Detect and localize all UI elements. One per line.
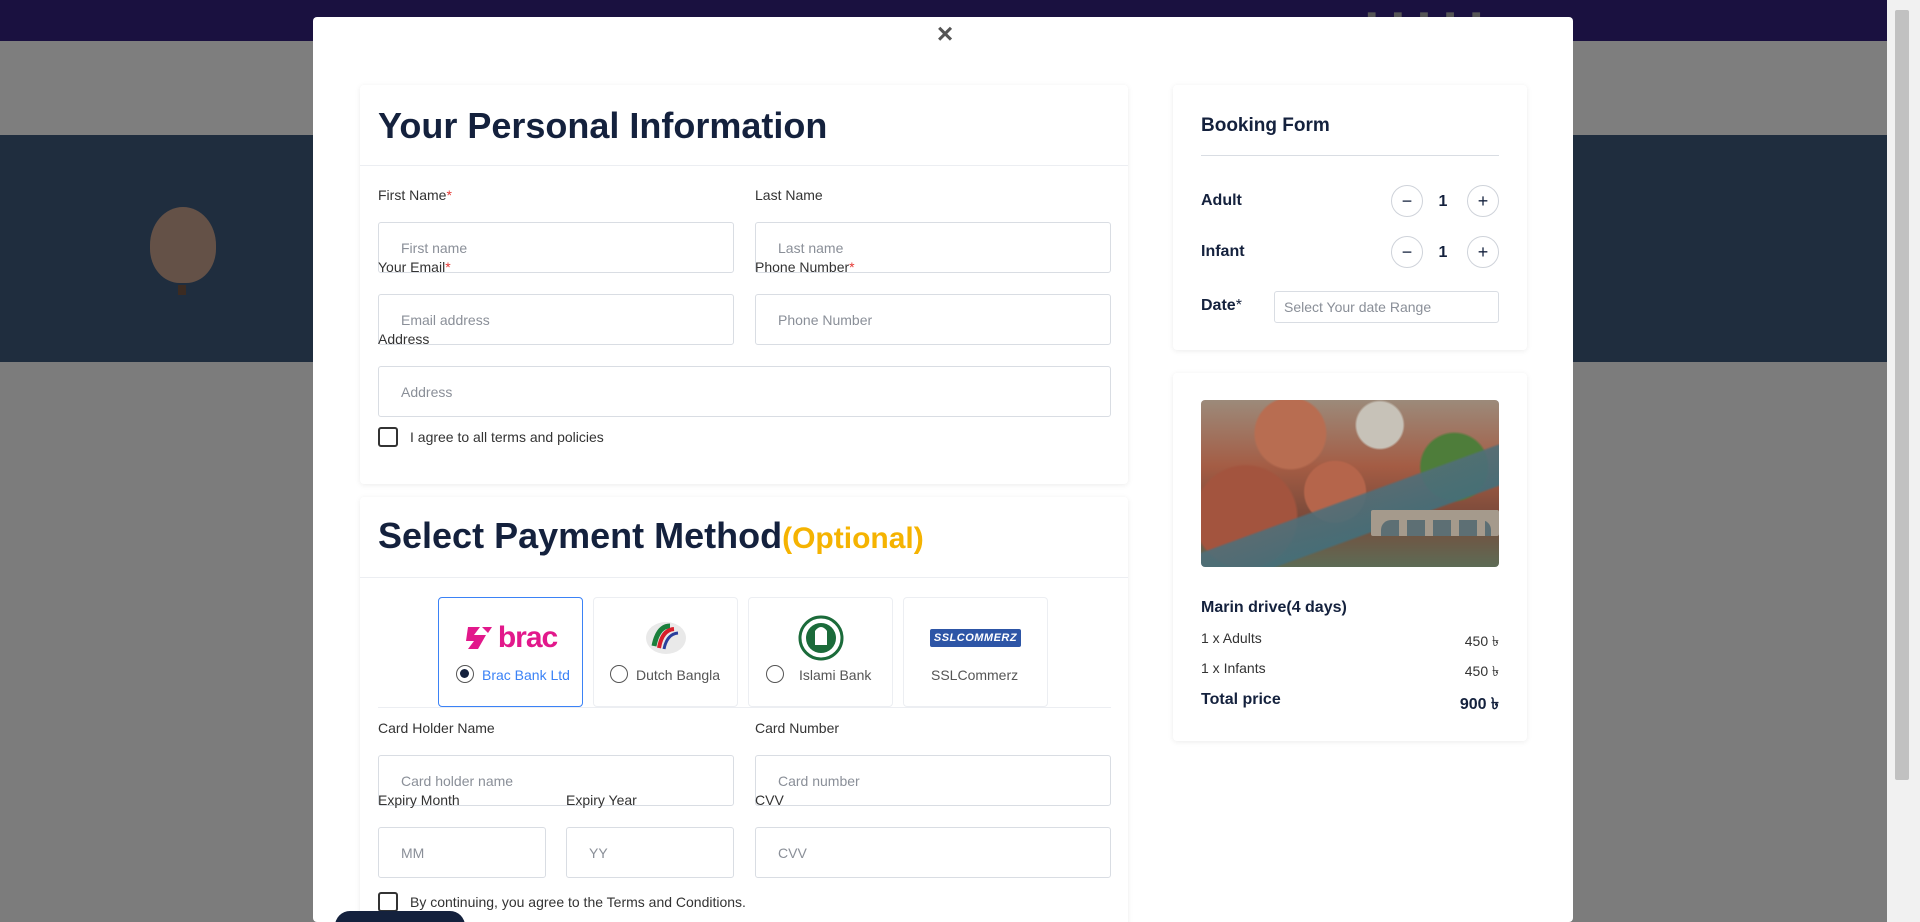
phone-input[interactable] [755, 294, 1111, 345]
booking-form-card: Booking Form Adult − 1 + Infant − 1 + Da… [1173, 85, 1527, 350]
payment-card: Select Payment Method(Optional) brac Bra… [360, 497, 1128, 922]
last-name-label: Last Name [755, 187, 823, 203]
infant-plus-button[interactable]: + [1467, 236, 1499, 268]
brac-icon [465, 627, 492, 649]
card-holder-label: Card Holder Name [378, 720, 495, 736]
payment-option-brac[interactable]: brac Brac Bank Ltd [438, 597, 583, 707]
personal-info-title: Your Personal Information [378, 105, 828, 146]
terms-checkbox[interactable] [378, 892, 398, 912]
islami-bank-logo [749, 615, 892, 661]
terms-label: By continuing, you agree to the Terms an… [410, 894, 746, 910]
dutch-bangla-logo [594, 618, 737, 658]
sslcommerz-logo: SSLCOMMERZ [904, 618, 1047, 658]
tour-summary-card: Marin drive(4 days) 1 x Adults 450 ৳ 1 x… [1173, 373, 1527, 741]
expiry-month-input[interactable] [378, 827, 546, 878]
adult-quantity: 1 [1438, 193, 1448, 210]
booking-form-title: Booking Form [1201, 115, 1330, 136]
divider [360, 577, 1128, 578]
adults-line: 1 x Adults [1201, 630, 1262, 646]
payment-title: Select Payment Method(Optional) [378, 515, 924, 556]
date-range-input[interactable] [1274, 291, 1499, 323]
payment-radio-dutch-bangla[interactable] [610, 665, 628, 683]
tour-name: Marin drive(4 days) [1201, 599, 1347, 616]
divider [1201, 155, 1499, 156]
date-label: Date* [1201, 297, 1242, 314]
payment-option-islami-bank[interactable]: Islami Bank [748, 597, 893, 707]
payment-option-dutch-bangla[interactable]: Dutch Bangla [593, 597, 738, 707]
agree-terms-checkbox[interactable] [378, 427, 398, 447]
expiry-year-label: Expiry Year [566, 792, 637, 808]
infant-label: Infant [1201, 243, 1245, 260]
agree-terms-label: I agree to all terms and policies [410, 429, 604, 445]
submit-button[interactable] [335, 911, 465, 922]
card-number-label: Card Number [755, 720, 840, 736]
payment-name-islami-bank: Islami Bank [799, 667, 872, 683]
booking-modal: × Your Personal Information First Name* … [313, 17, 1573, 922]
payment-name-brac: Brac Bank Ltd [482, 667, 570, 683]
first-name-label: First Name* [378, 187, 452, 203]
islami-bank-icon [798, 615, 843, 661]
infant-minus-button[interactable]: − [1391, 236, 1423, 268]
tour-image [1201, 400, 1499, 567]
bridge-shape [1371, 510, 1499, 536]
adult-minus-button[interactable]: − [1391, 185, 1423, 217]
email-input[interactable] [378, 294, 734, 345]
brac-logo: brac [439, 618, 582, 658]
address-label: Address [378, 331, 430, 347]
address-input[interactable] [378, 366, 1111, 417]
payment-name-sslcommerz: SSLCommerz [931, 667, 1019, 683]
balloon-image [150, 207, 216, 283]
infant-quantity: 1 [1438, 244, 1448, 261]
scrollbar-thumb[interactable] [1895, 10, 1909, 780]
expiry-month-label: Expiry Month [378, 792, 460, 808]
adult-label: Adult [1201, 192, 1242, 209]
balloon-basket [178, 285, 186, 295]
infants-price: 450 ৳ [1464, 663, 1499, 679]
payment-radio-brac[interactable] [456, 665, 474, 683]
payment-radio-islami-bank[interactable] [766, 665, 784, 683]
close-icon[interactable]: × [930, 19, 960, 49]
card-number-input[interactable] [755, 755, 1111, 806]
divider [378, 707, 1111, 708]
total-label: Total price [1201, 691, 1281, 708]
cvv-input[interactable] [755, 827, 1111, 878]
phone-label: Phone Number* [755, 259, 855, 275]
adults-price: 450 ৳ [1464, 633, 1499, 649]
page-scrollbar[interactable] [1887, 0, 1920, 922]
expiry-year-input[interactable] [566, 827, 734, 878]
cvv-label: CVV [755, 792, 784, 808]
personal-info-card: Your Personal Information First Name* La… [360, 85, 1128, 484]
total-price: 900 ৳ [1459, 696, 1499, 713]
dutch-bangla-icon [645, 622, 686, 654]
payment-option-sslcommerz[interactable]: SSLCOMMERZ SSLCommerz [903, 597, 1048, 707]
divider [360, 165, 1128, 166]
adult-plus-button[interactable]: + [1467, 185, 1499, 217]
payment-name-dutch-bangla: Dutch Bangla [636, 667, 721, 683]
email-label: Your Email* [378, 259, 451, 275]
infants-line: 1 x Infants [1201, 660, 1266, 676]
optional-badge: (Optional) [782, 522, 924, 555]
